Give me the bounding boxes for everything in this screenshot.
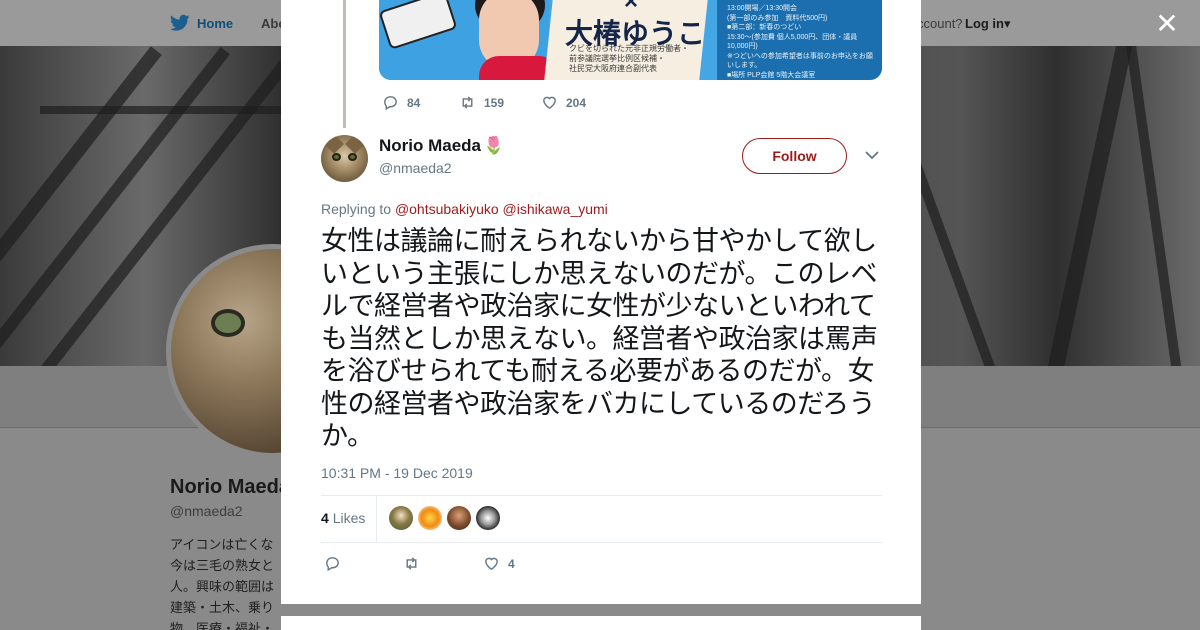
reply-icon: [326, 557, 339, 572]
follow-button[interactable]: Follow: [742, 138, 847, 174]
close-icon[interactable]: ✕: [1154, 10, 1180, 38]
like-count: 4: [508, 556, 515, 571]
prev-like-count: 204: [566, 95, 587, 110]
retweet-icon: [406, 557, 417, 570]
mention-link-2[interactable]: @ishikawa_yumi: [503, 201, 608, 217]
avatar-cat-ear: [324, 135, 344, 154]
avatar-cat-eye: [332, 153, 341, 161]
reply-button[interactable]: [324, 555, 341, 572]
login-dropdown[interactable]: Log in▾: [965, 16, 1011, 32]
tweet-author-avatar[interactable]: [321, 135, 368, 182]
banner-beam: [40, 106, 300, 114]
tweet-modal: × 大椿ゆうこ クビを切られた元非正規労働者・ 前参議院選挙比例区候補・ 社民党…: [281, 0, 921, 604]
home-link[interactable]: Home: [197, 16, 233, 31]
banner-beam: [1040, 46, 1136, 366]
prev-retweet-count: 159: [484, 95, 505, 110]
heart-icon: [485, 557, 498, 571]
likes-separator: [376, 496, 377, 542]
divider: [321, 542, 882, 543]
heart-icon: [543, 96, 556, 110]
avatar-cat-eye: [348, 153, 357, 161]
reply-icon: [384, 96, 397, 111]
retweet-button[interactable]: [403, 555, 420, 572]
account-prompt: ccount?: [917, 16, 963, 31]
author-name-text: Norio Maeda: [379, 136, 482, 155]
twitter-bird-icon[interactable]: [170, 14, 190, 32]
caret-down-icon: ▾: [1004, 16, 1011, 31]
prev-like-action[interactable]: 204: [541, 94, 586, 111]
next-modal-card: [281, 616, 921, 630]
liker-avatar[interactable]: [476, 506, 500, 530]
mention-link-1[interactable]: @ohtsubakiyuko: [395, 201, 499, 217]
likes-summary[interactable]: 4 Likes: [321, 510, 365, 526]
previous-tweet-image[interactable]: × 大椿ゆうこ クビを切られた元非正規労働者・ 前参議院選挙比例区候補・ 社民党…: [379, 0, 882, 80]
flyer-candidate-title: クビを切られた元非正規労働者・ 前参議院選挙比例区候補・ 社民党大阪府連合副代表: [569, 44, 689, 73]
profile-name[interactable]: Norio Maeda: [170, 476, 290, 499]
liker-avatar[interactable]: [447, 506, 471, 530]
likes-label: Likes: [332, 510, 366, 526]
replying-to: Replying to @ohtsubakiyuko @ishikawa_yum…: [321, 201, 608, 217]
profile-handle[interactable]: @nmaeda2: [170, 503, 243, 519]
chevron-down-icon[interactable]: [865, 150, 879, 160]
likes-count: 4: [321, 510, 329, 526]
flyer-event-info: 13:00開場／13:30開会 (第一部のみ参加 資料代500円) ■第二部：新…: [727, 5, 873, 79]
prev-reply-action[interactable]: 84: [382, 94, 420, 111]
login-label: Log in: [965, 16, 1004, 31]
prev-retweet-action[interactable]: 159: [459, 94, 504, 111]
tulip-emoji: 🌷: [483, 136, 505, 155]
avatar-cat-ear: [345, 135, 365, 154]
tweet-text: 女性は議論に耐えられないから甘やかして欲しいという主張にしか思えないのだが。この…: [321, 226, 878, 452]
liker-avatar[interactable]: [389, 506, 413, 530]
thread-connector-line: [343, 0, 346, 128]
avatar-cat-eye: [211, 309, 245, 337]
prev-reply-count: 84: [407, 95, 421, 110]
liker-avatar[interactable]: [418, 506, 442, 530]
tweet-author-handle[interactable]: @nmaeda2: [379, 160, 452, 176]
like-button[interactable]: 4: [483, 555, 515, 572]
tweet-author-name[interactable]: Norio Maeda 🌷: [379, 136, 504, 156]
tweet-timestamp[interactable]: 10:31 PM - 19 Dec 2019: [321, 465, 473, 481]
retweet-icon: [462, 96, 473, 109]
banner-beam: [1123, 46, 1187, 366]
replying-prefix: Replying to: [321, 201, 392, 217]
profile-bio: アイコンは亡くな 今は三毛の熟女と 人。興味の範囲は 建築・土木、乗り物、医療・…: [170, 537, 275, 630]
divider: [321, 495, 882, 496]
